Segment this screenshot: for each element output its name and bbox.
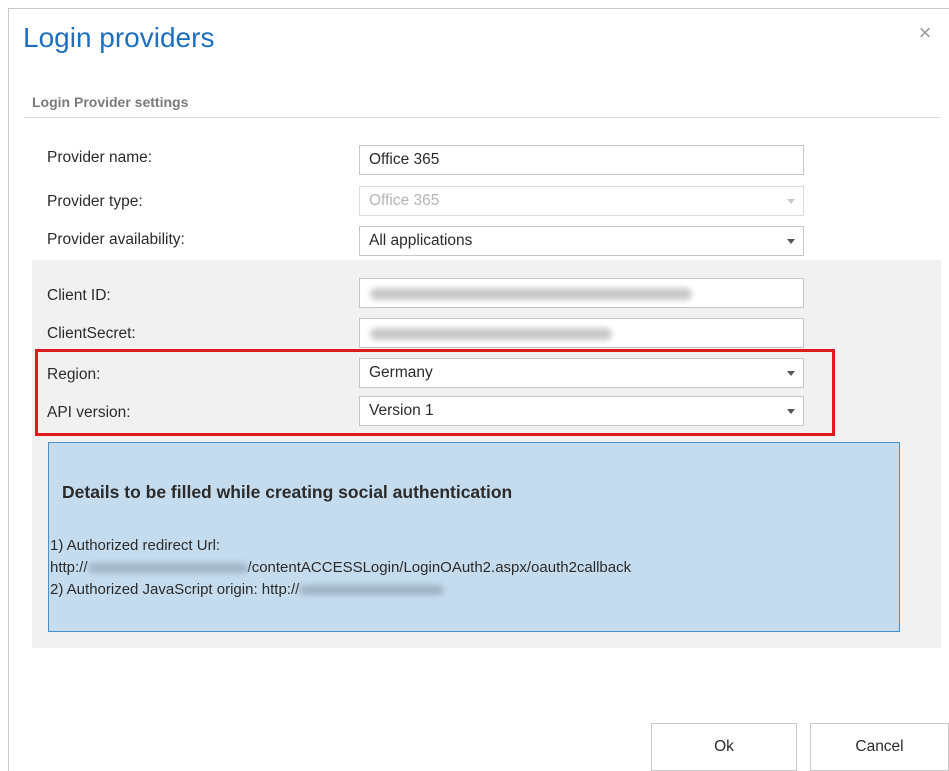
highlight-rectangle xyxy=(35,349,835,436)
provider-availability-value: All applications xyxy=(369,232,473,249)
info-redirect-label: 1) Authorized redirect Url: xyxy=(50,537,221,554)
redacted-client-secret xyxy=(370,328,612,340)
provider-availability-select[interactable]: All applications xyxy=(359,226,804,256)
ok-button[interactable]: Ok xyxy=(651,723,797,771)
provider-type-label: Provider type: xyxy=(47,193,143,210)
provider-type-value: Office 365 xyxy=(369,192,440,209)
redacted-origin-host xyxy=(299,585,445,596)
info-redirect-url: http:// /contentACCESSLogin/LoginOAuth2.a… xyxy=(50,559,631,576)
redirect-url-prefix: http:// xyxy=(50,559,88,576)
chevron-down-icon xyxy=(787,199,795,204)
provider-name-input[interactable]: Office 365 xyxy=(359,145,804,175)
chevron-down-icon xyxy=(787,239,795,244)
section-title: Login Provider settings xyxy=(32,94,189,110)
provider-availability-label: Provider availability: xyxy=(47,231,185,248)
redacted-client-id xyxy=(370,288,692,300)
client-secret-label: ClientSecret: xyxy=(47,325,136,342)
dialog-title: Login providers xyxy=(23,22,215,53)
close-icon[interactable]: × xyxy=(916,22,934,44)
info-title: Details to be filled while creating soci… xyxy=(62,482,513,502)
redirect-url-suffix: /contentACCESSLogin/LoginOAuth2.aspx/oau… xyxy=(247,559,632,576)
cancel-button[interactable]: Cancel xyxy=(810,723,949,771)
provider-type-select: Office 365 xyxy=(359,186,804,216)
provider-name-label: Provider name: xyxy=(47,149,153,166)
section-divider xyxy=(24,117,941,118)
js-origin-prefix: 2) Authorized JavaScript origin: http:// xyxy=(50,581,300,598)
client-id-label: Client ID: xyxy=(47,287,111,304)
info-js-origin: 2) Authorized JavaScript origin: http:// xyxy=(50,581,445,598)
redacted-host xyxy=(87,563,248,574)
provider-name-value: Office 365 xyxy=(369,151,440,168)
